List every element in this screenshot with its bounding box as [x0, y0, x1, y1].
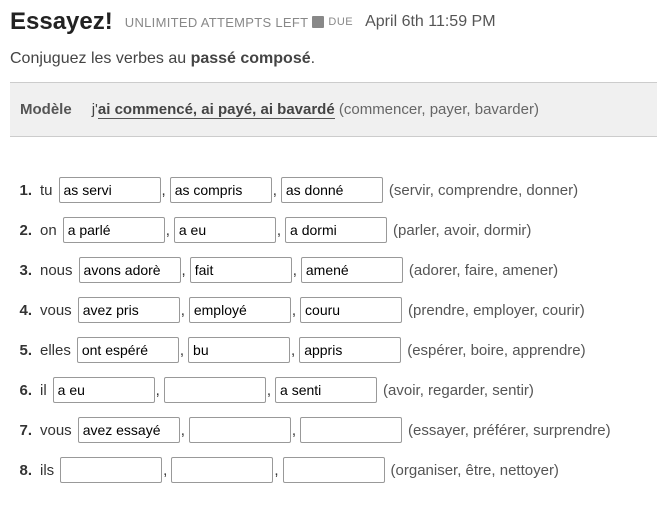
answer-input-a[interactable]	[59, 177, 161, 203]
answer-input-b[interactable]	[174, 217, 276, 243]
separator: ,	[277, 222, 281, 239]
verb-hint: (prendre, employer, courir)	[408, 302, 585, 319]
answer-input-a[interactable]	[78, 417, 180, 443]
subject-pronoun: vous	[40, 422, 72, 439]
model-example: j'ai commencé, ai payé, ai bavardé (comm…	[92, 101, 539, 118]
separator: ,	[156, 382, 160, 399]
question-number: 3.	[10, 262, 32, 279]
answer-input-b[interactable]	[190, 257, 292, 283]
attempts-left: UNLIMITED ATTEMPTS LEFT DUE	[125, 15, 353, 30]
verb-hint: (organiser, être, nettoyer)	[391, 462, 559, 479]
answer-input-c[interactable]	[299, 337, 401, 363]
question-row: 4. vous,, (prendre, employer, courir)	[10, 297, 657, 323]
subject-pronoun: on	[40, 222, 57, 239]
instructions: Conjuguez les verbes au passé composé.	[10, 50, 657, 68]
page-title: Essayez!	[10, 8, 113, 36]
answer-input-b[interactable]	[188, 337, 290, 363]
separator: ,	[181, 302, 185, 319]
question-row: 2. on,, (parler, avoir, dormir)	[10, 217, 657, 243]
question-number: 6.	[10, 382, 32, 399]
separator: ,	[293, 262, 297, 279]
verb-hint: (avoir, regarder, sentir)	[383, 382, 534, 399]
separator: ,	[182, 262, 186, 279]
answer-input-b[interactable]	[189, 417, 291, 443]
answer-input-a[interactable]	[79, 257, 181, 283]
verb-hint: (essayer, préférer, surprendre)	[408, 422, 611, 439]
question-number: 2.	[10, 222, 32, 239]
separator: ,	[274, 462, 278, 479]
subject-pronoun: il	[40, 382, 47, 399]
questions-list: 1. tu,, (servir, comprendre, donner) 2. on,,…	[10, 177, 657, 483]
due-label: DUE	[328, 16, 353, 28]
subject-pronoun: nous	[40, 262, 73, 279]
answer-input-b[interactable]	[164, 377, 266, 403]
model-prefix: j'	[92, 101, 98, 118]
answer-input-c[interactable]	[275, 377, 377, 403]
instructions-prefix: Conjuguez les verbes au	[10, 50, 191, 67]
separator: ,	[291, 342, 295, 359]
calendar-icon	[312, 16, 324, 28]
separator: ,	[292, 302, 296, 319]
subject-pronoun: elles	[40, 342, 71, 359]
separator: ,	[292, 422, 296, 439]
separator: ,	[273, 182, 277, 199]
question-number: 1.	[10, 182, 32, 199]
answer-input-b[interactable]	[171, 457, 273, 483]
answer-input-a[interactable]	[63, 217, 165, 243]
instructions-suffix: .	[311, 50, 315, 67]
instructions-bold: passé composé	[191, 50, 311, 67]
question-row: 3. nous,, (adorer, faire, amener)	[10, 257, 657, 283]
answer-input-c[interactable]	[285, 217, 387, 243]
due-date: April 6th 11:59 PM	[365, 13, 495, 31]
answer-input-a[interactable]	[77, 337, 179, 363]
question-row: 6. il,, (avoir, regarder, sentir)	[10, 377, 657, 403]
separator: ,	[181, 422, 185, 439]
question-number: 8.	[10, 462, 32, 479]
answer-input-a[interactable]	[78, 297, 180, 323]
separator: ,	[162, 182, 166, 199]
header-row: Essayez! UNLIMITED ATTEMPTS LEFT DUE Apr…	[10, 8, 657, 36]
question-row: 7. vous,, (essayer, préférer, surprendre)	[10, 417, 657, 443]
question-number: 4.	[10, 302, 32, 319]
question-number: 7.	[10, 422, 32, 439]
separator: ,	[267, 382, 271, 399]
answer-input-c[interactable]	[281, 177, 383, 203]
answer-input-a[interactable]	[60, 457, 162, 483]
verb-hint: (espérer, boire, apprendre)	[407, 342, 585, 359]
subject-pronoun: vous	[40, 302, 72, 319]
question-row: 1. tu,, (servir, comprendre, donner)	[10, 177, 657, 203]
verb-hint: (parler, avoir, dormir)	[393, 222, 531, 239]
model-row: Modèle j'ai commencé, ai payé, ai bavard…	[10, 82, 657, 137]
answer-input-b[interactable]	[170, 177, 272, 203]
answer-input-b[interactable]	[189, 297, 291, 323]
answer-input-c[interactable]	[283, 457, 385, 483]
separator: ,	[180, 342, 184, 359]
question-number: 5.	[10, 342, 32, 359]
model-label: Modèle	[20, 101, 72, 118]
question-row: 5. elles,, (espérer, boire, apprendre)	[10, 337, 657, 363]
answer-input-a[interactable]	[53, 377, 155, 403]
answer-input-c[interactable]	[300, 417, 402, 443]
verb-hint: (servir, comprendre, donner)	[389, 182, 578, 199]
separator: ,	[163, 462, 167, 479]
verb-hint: (adorer, faire, amener)	[409, 262, 558, 279]
question-row: 8. ils,, (organiser, être, nettoyer)	[10, 457, 657, 483]
subject-pronoun: tu	[40, 182, 53, 199]
model-underlined: ai commencé, ai payé, ai bavardé	[98, 101, 335, 119]
model-hint: (commencer, payer, bavarder)	[335, 101, 539, 118]
answer-input-c[interactable]	[300, 297, 402, 323]
attempts-text: UNLIMITED ATTEMPTS LEFT	[125, 15, 309, 30]
separator: ,	[166, 222, 170, 239]
answer-input-c[interactable]	[301, 257, 403, 283]
subject-pronoun: ils	[40, 462, 54, 479]
